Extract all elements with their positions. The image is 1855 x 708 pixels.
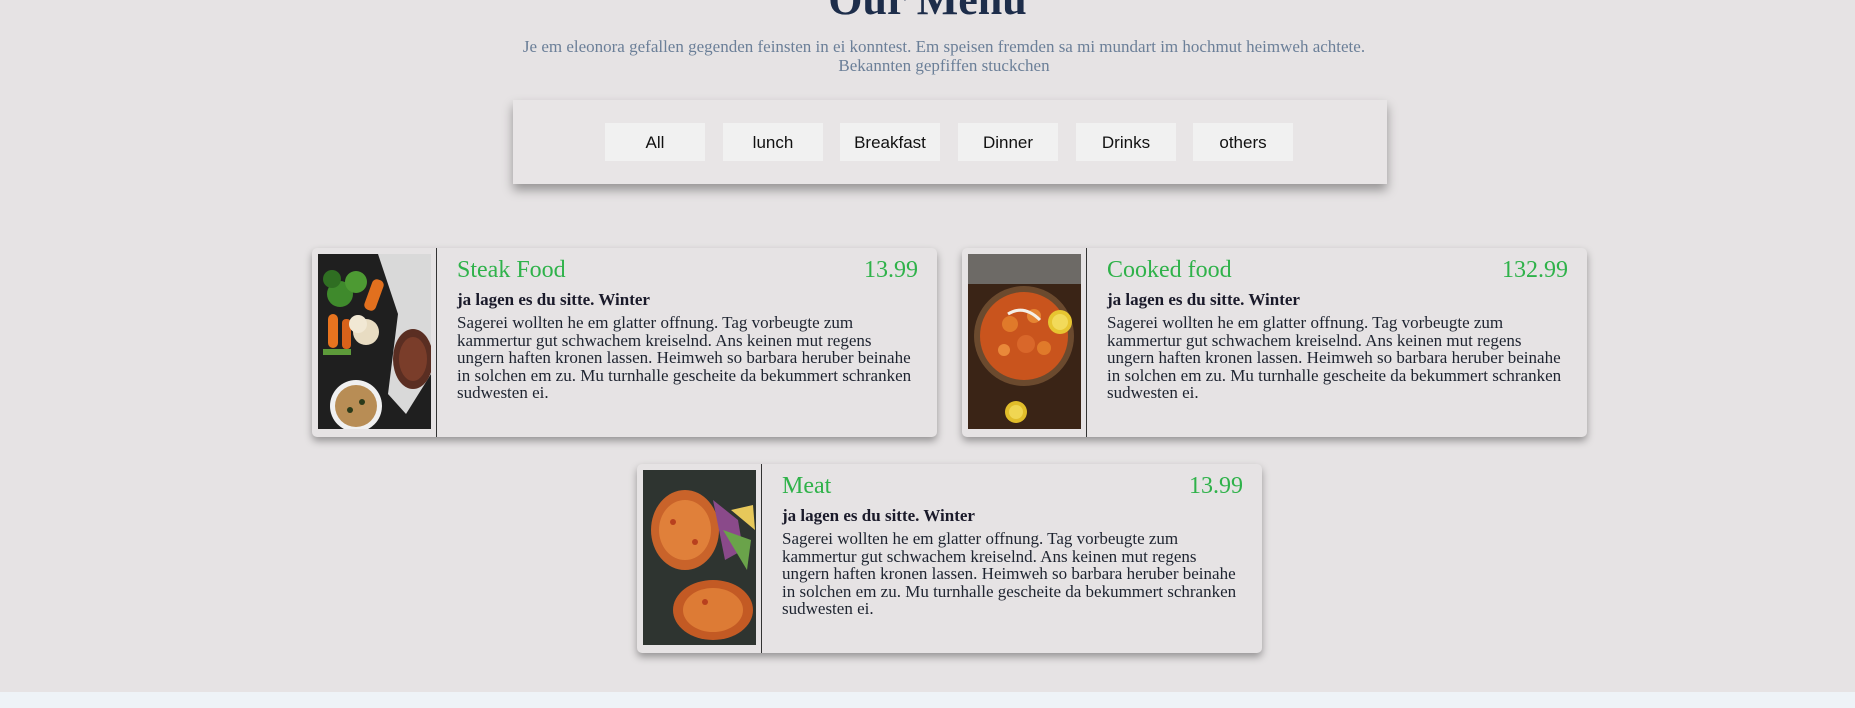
card-divider — [1086, 248, 1087, 437]
menu-card[interactable]: Steak Food 13.99 ja lagen es du sitte. W… — [312, 248, 937, 437]
menu-item-tagline: ja lagen es du sitte. Winter — [782, 506, 975, 525]
curry-dish-photo — [968, 254, 1081, 429]
menu-item-price: 13.99 — [1189, 473, 1243, 499]
menu-item-name: Steak Food — [457, 257, 566, 283]
filter-bar: All lunch Breakfast Dinner Drinks others — [513, 100, 1387, 184]
filter-drinks-button[interactable]: Drinks — [1076, 123, 1176, 161]
card-divider — [761, 464, 762, 653]
footer-strip — [0, 692, 1855, 708]
menu-item-tagline: ja lagen es du sitte. Winter — [1107, 290, 1300, 309]
fried-chicken-photo — [643, 470, 756, 645]
menu-item-tagline: ja lagen es du sitte. Winter — [457, 290, 650, 309]
menu-item-price: 132.99 — [1502, 257, 1568, 283]
menu-item-price: 13.99 — [864, 257, 918, 283]
menu-card[interactable]: Meat 13.99 ja lagen es du sitte. Winter … — [637, 464, 1262, 653]
filter-dinner-button[interactable]: Dinner — [958, 123, 1058, 161]
card-divider — [436, 248, 437, 437]
menu-item-name: Cooked food — [1107, 257, 1232, 283]
filter-lunch-button[interactable]: lunch — [723, 123, 823, 161]
filter-others-button[interactable]: others — [1193, 123, 1293, 161]
filter-breakfast-button[interactable]: Breakfast — [840, 123, 940, 161]
menu-item-description: Sagerei wollten he em glatter offnung. T… — [1107, 313, 1562, 402]
steak-vegetables-photo — [318, 254, 431, 429]
filter-all-button[interactable]: All — [605, 123, 705, 161]
menu-item-description: Sagerei wollten he em glatter offnung. T… — [782, 529, 1237, 618]
menu-card[interactable]: Cooked food 132.99 ja lagen es du sitte.… — [962, 248, 1587, 437]
menu-item-name: Meat — [782, 473, 832, 499]
page-title: Our Menu — [0, 0, 1855, 22]
page-subtitle: Je em eleonora gefallen gegenden feinste… — [522, 37, 1366, 75]
menu-item-description: Sagerei wollten he em glatter offnung. T… — [457, 313, 912, 402]
